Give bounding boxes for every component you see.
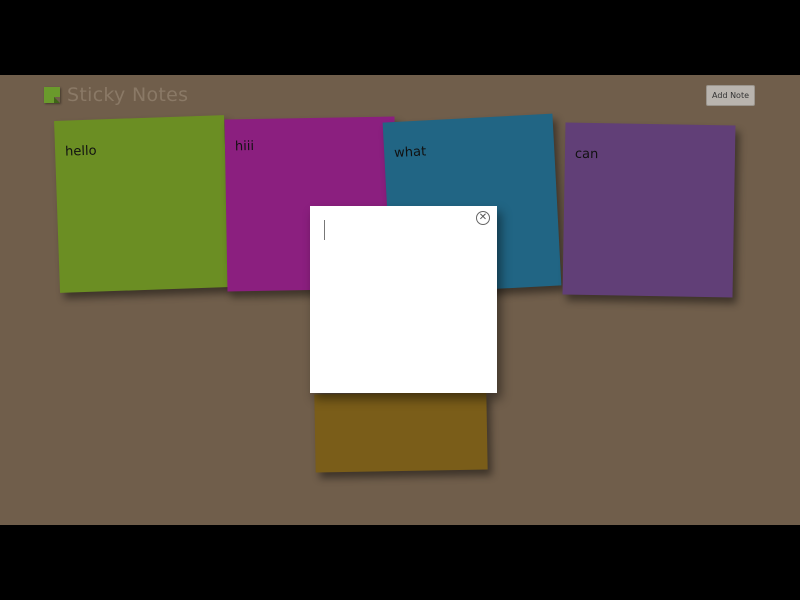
add-note-button[interactable]: Add Note [706,85,755,106]
sticky-note-icon [44,87,60,103]
close-circle-icon[interactable]: ✕ [476,211,490,225]
note-text: hiii [234,138,255,155]
note-editor[interactable]: ✕ [310,206,497,393]
note-text: can [574,146,599,163]
sticky-note[interactable]: can [562,122,736,298]
text-cursor [324,220,325,240]
sticky-note[interactable]: hello [54,115,230,293]
app-header: Sticky Notes [44,84,188,106]
note-text: what [393,144,427,161]
board: Sticky Notes Add Note hello hiii what ca… [0,75,800,525]
sticky-note[interactable] [314,391,488,473]
app-title: Sticky Notes [67,84,189,106]
note-text: hello [64,143,97,160]
